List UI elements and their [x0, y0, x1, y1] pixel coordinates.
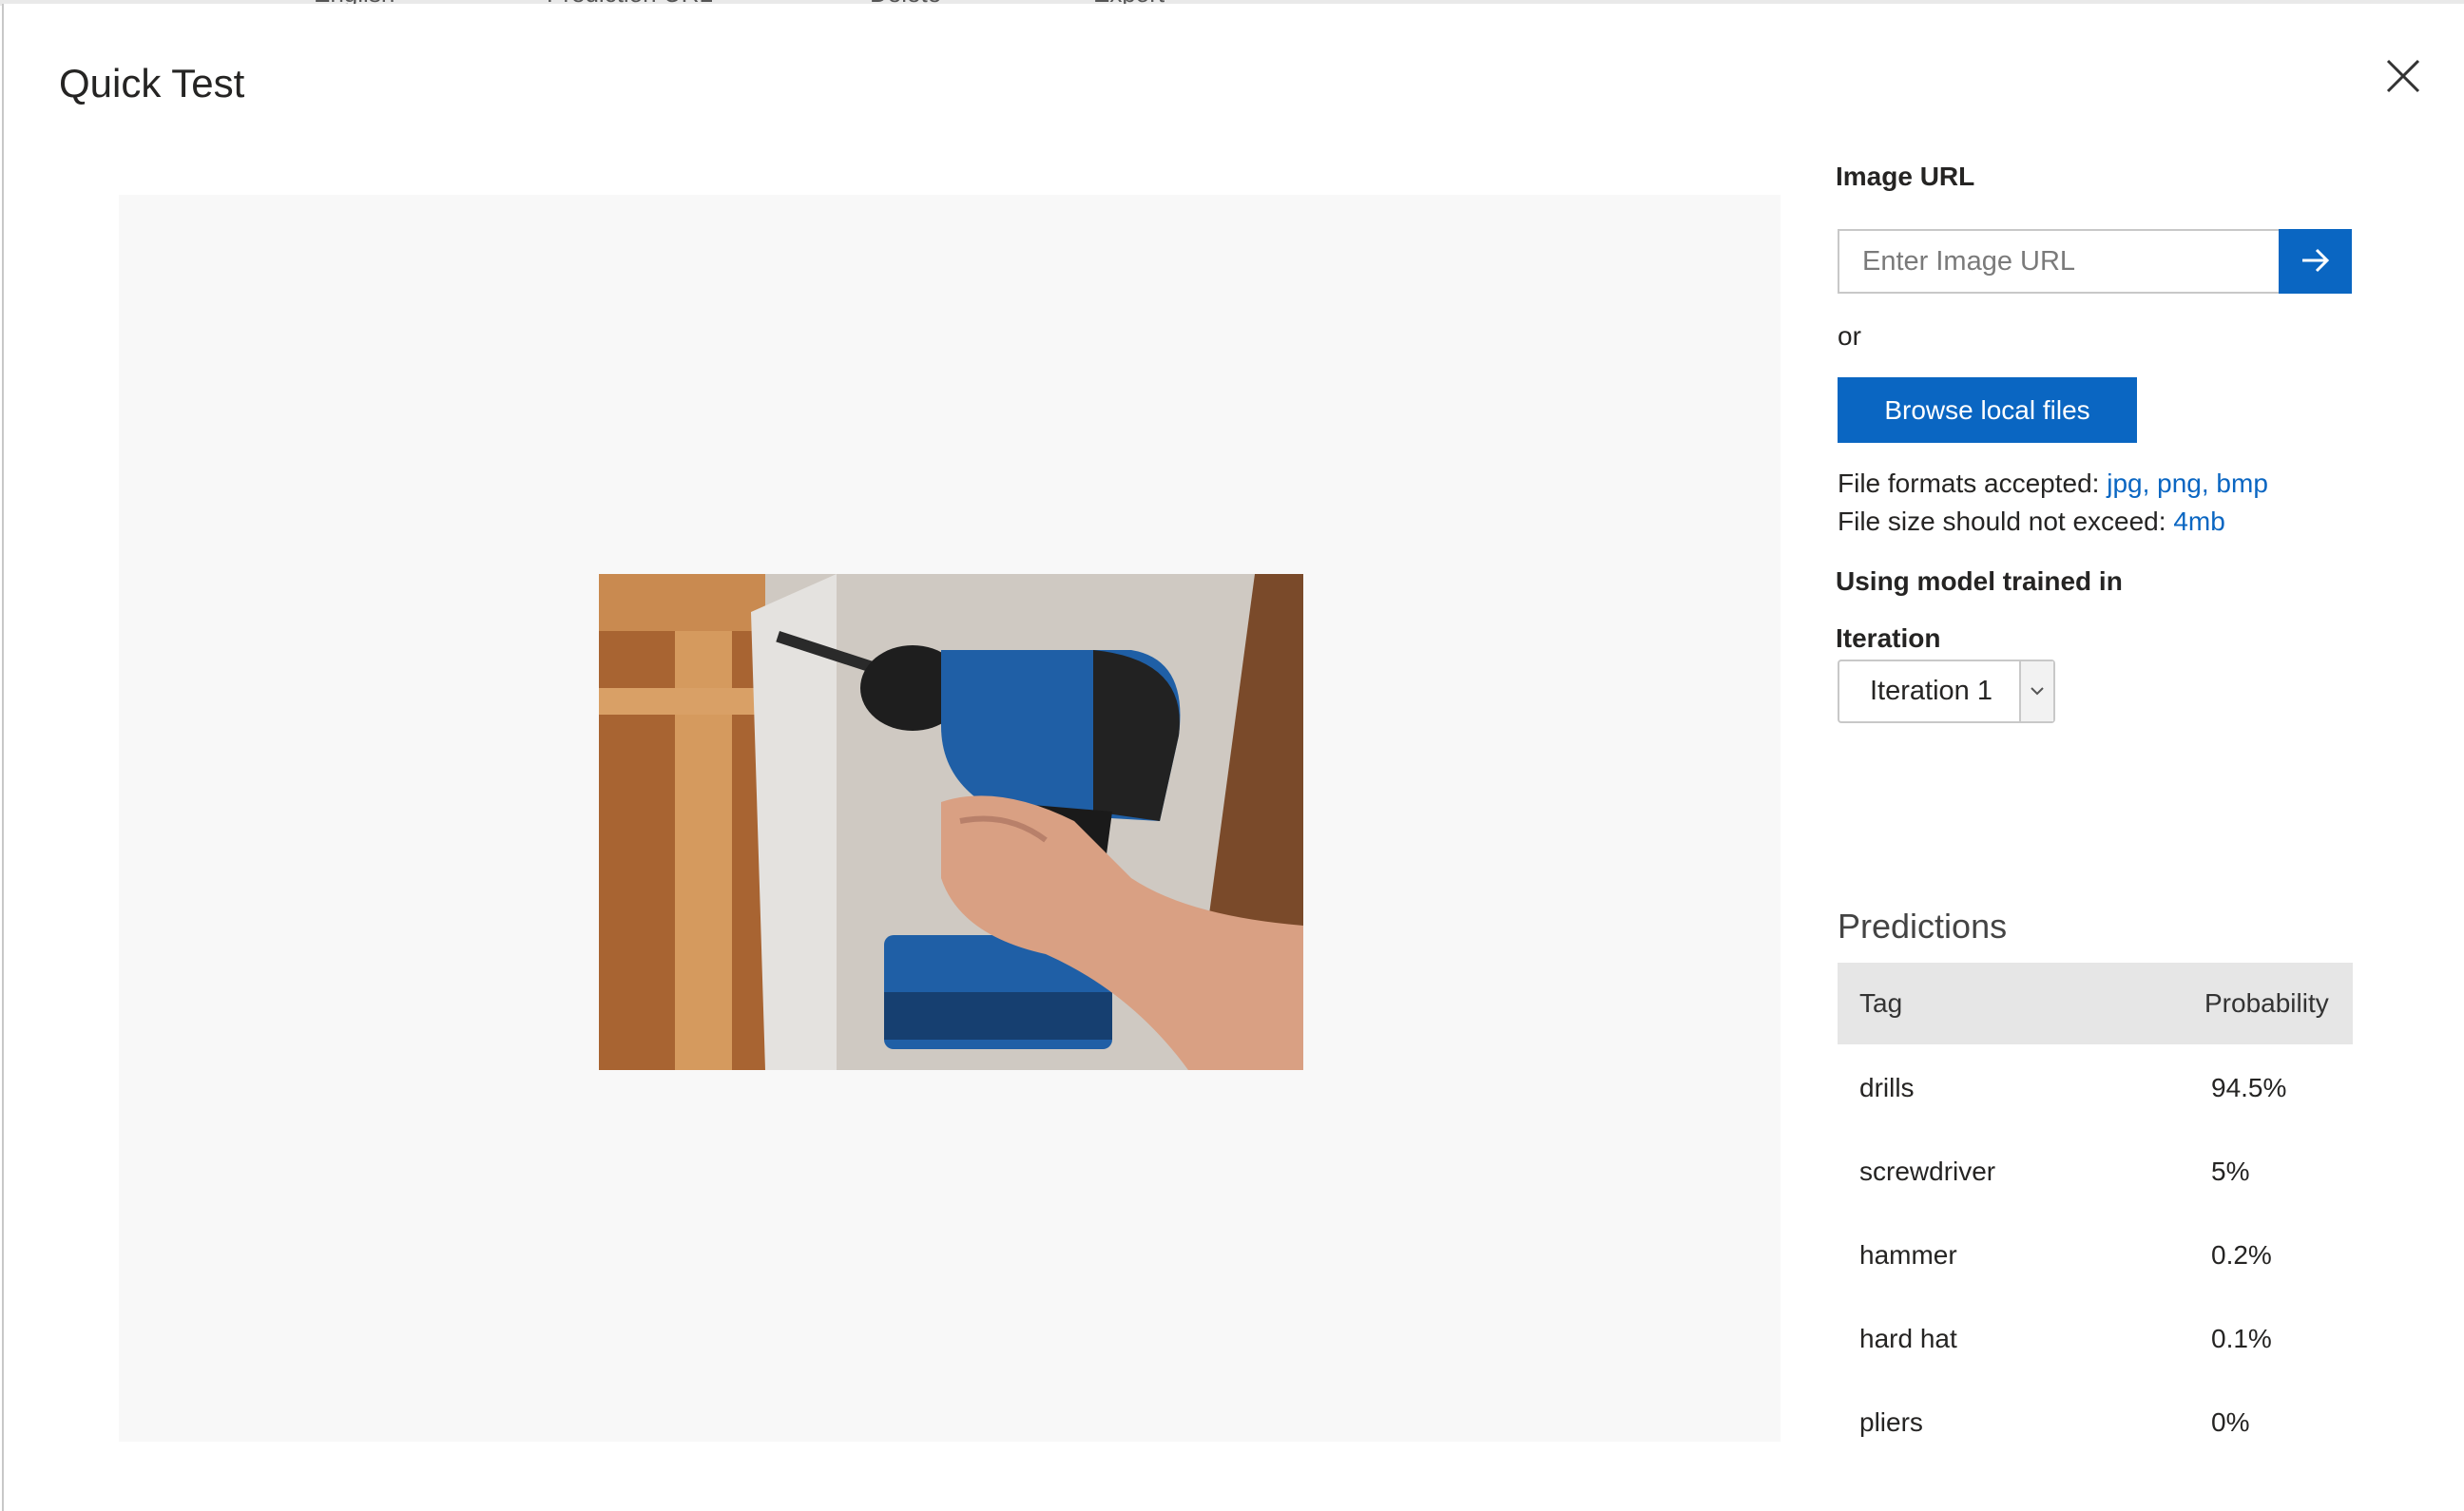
image-url-input[interactable] [1838, 229, 2281, 294]
row-probability: 0.1% [2211, 1324, 2272, 1353]
row-tag: hard hat [1859, 1324, 1957, 1353]
file-formats-value: jpg, png, bmp [2107, 469, 2268, 498]
row-probability: 0% [2211, 1407, 2250, 1437]
row-tag: pliers [1859, 1407, 1923, 1437]
file-formats-label: File formats accepted: [1838, 469, 2108, 498]
close-button[interactable] [2380, 53, 2426, 99]
table-row: hammer 0.2% [1838, 1212, 2353, 1295]
quick-test-dialog: Quick Test Image URL Enter Image URL or … [2, 4, 2464, 1511]
row-probability: 0.2% [2211, 1240, 2272, 1270]
table-header: Tag Probability [1838, 963, 2353, 1044]
table-row: hard hat 0.1% [1838, 1295, 2353, 1379]
iteration-dropdown[interactable]: Iteration 1 [1838, 660, 2055, 723]
file-formats-info: File formats accepted: jpg, png, bmp [1838, 469, 2268, 499]
image-preview-area [119, 195, 1781, 1442]
table-row: screwdriver 5% [1838, 1128, 2353, 1212]
row-tag: drills [1859, 1073, 1915, 1102]
close-icon [2386, 59, 2420, 93]
file-size-label: File size should not exceed: [1838, 507, 2174, 536]
file-size-info: File size should not exceed: 4mb [1838, 507, 2225, 537]
test-image [599, 574, 1303, 1070]
row-tag: hammer [1859, 1240, 1957, 1270]
iteration-label: Iteration [1836, 623, 1941, 653]
or-text: or [1838, 321, 1861, 351]
submit-url-button[interactable] [2279, 229, 2352, 294]
table-row: pliers 0% [1838, 1379, 2353, 1463]
chevron-down-icon [2031, 687, 2044, 696]
header-tag: Tag [1859, 988, 1903, 1018]
table-row: drills 94.5% [1838, 1044, 2353, 1128]
predictions-title: Predictions [1838, 907, 2008, 946]
dropdown-toggle[interactable] [2019, 661, 2053, 721]
model-heading: Using model trained in [1836, 566, 2123, 596]
arrow-right-icon [2301, 248, 2329, 272]
iteration-selected-value: Iteration 1 [1870, 676, 1992, 706]
browse-local-files-button[interactable]: Browse local files [1838, 377, 2137, 443]
row-probability: 94.5% [2211, 1073, 2287, 1102]
dialog-title: Quick Test [59, 61, 245, 105]
file-size-value: 4mb [2173, 507, 2225, 536]
row-probability: 5% [2211, 1157, 2250, 1186]
row-tag: screwdriver [1859, 1157, 1996, 1186]
image-url-label: Image URL [1836, 162, 1975, 191]
header-probability: Probability [2204, 988, 2329, 1018]
predictions-table: Tag Probability drills 94.5% screwdriver… [1838, 963, 2353, 1463]
